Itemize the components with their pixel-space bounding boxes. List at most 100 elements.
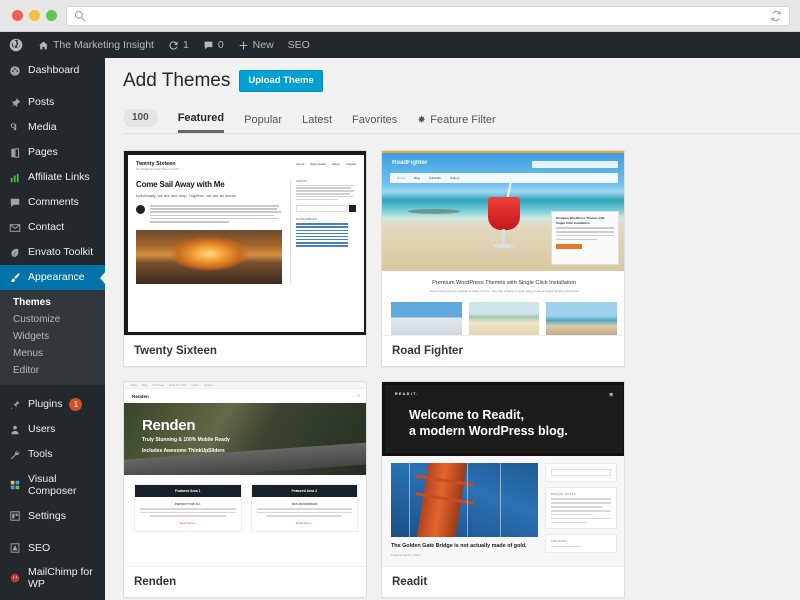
submenu-item-customize[interactable]: Customize	[0, 311, 105, 328]
sidebar-item-mailchimp[interactable]: MailChimp for WP	[0, 560, 105, 596]
filter-tab-featured[interactable]: Featured	[177, 112, 225, 133]
sidebar-item-label: Tools	[28, 448, 53, 461]
chart-bars-icon	[8, 171, 21, 184]
preview-feature-card: Featured Area 2 100% RESPONSIVE Read Mor…	[250, 484, 358, 532]
sidebar-item-affiliate-links[interactable]: Affiliate Links	[0, 165, 105, 190]
road-fighter-preview: RoadFighter Home Blog Fullwidth Gallery	[382, 151, 624, 335]
maximize-window-button[interactable]	[46, 10, 57, 21]
page-header: Add Themes Upload Theme	[123, 70, 800, 92]
preview-hero-image	[136, 230, 282, 285]
updates-menu[interactable]: 1	[161, 32, 196, 58]
feature-filter-button[interactable]: Feature Filter	[417, 114, 496, 132]
sidebar-item-contact[interactable]: Contact	[0, 215, 105, 240]
preview-body-text	[150, 205, 282, 224]
submenu-item-menus[interactable]: Menus	[0, 345, 105, 362]
sidebar-item-label: Media	[28, 121, 57, 134]
minimize-window-button[interactable]	[29, 10, 40, 21]
envelope-icon	[8, 221, 21, 234]
close-window-button[interactable]	[12, 10, 23, 21]
sidebar-item-users[interactable]: Users	[0, 417, 105, 442]
preview-categories-list	[296, 223, 356, 247]
sidebar-item-envato-toolkit[interactable]: Envato Toolkit	[0, 240, 105, 265]
home-icon	[38, 40, 49, 51]
preview-brand: RoadFighter	[392, 160, 428, 166]
admin-frame: Dashboard Posts Media Pages Affiliate Li…	[0, 58, 800, 600]
sidebar-item-bigbangthemes[interactable]: BigBangThemes	[0, 596, 105, 600]
sidebar-item-label: Visual Composer	[28, 473, 77, 498]
preview-categories-heading: CATEGORIES	[296, 218, 317, 222]
theme-card[interactable]: Home Blog Front Page About The Team Leve…	[123, 381, 367, 598]
nav-item: Front Page	[152, 383, 165, 387]
nav-item: Gallery	[449, 176, 460, 180]
sidebar-item-posts[interactable]: Posts	[0, 90, 105, 115]
theme-card[interactable]: RoadFighter Home Blog Fullwidth Gallery	[381, 150, 625, 367]
sidebar-item-tools[interactable]: Tools	[0, 442, 105, 467]
wp-admin-bar: The Marketing Insight 1 0 New SEO	[0, 32, 800, 58]
sidebar-item-label: Appearance	[28, 271, 85, 284]
themes-content-area: Add Themes Upload Theme 100 Featured Pop…	[105, 58, 800, 600]
preview-hero-image: Renden Truly Stunning & 100% Mobile Read…	[124, 403, 366, 475]
appearance-submenu: Themes Customize Widgets Menus Editor	[0, 290, 105, 385]
window-controls[interactable]	[10, 10, 57, 21]
filter-tab-favorites[interactable]: Favorites	[352, 114, 397, 132]
preview-post-meta: Posted on March 3, 2015	[391, 554, 420, 558]
theme-name: Renden	[134, 576, 177, 588]
nav-item: Home	[296, 162, 305, 166]
preview-hero-sub-1: Truly Stunning & 100% Mobile Ready	[142, 437, 230, 443]
mailchimp-icon	[8, 572, 21, 585]
theme-name: Readit	[392, 576, 428, 588]
preview-card-link: Read More +	[179, 520, 196, 525]
site-name-menu[interactable]: The Marketing Insight	[31, 32, 161, 58]
sidebar-item-appearance[interactable]: Appearance	[0, 265, 105, 290]
theme-screenshot[interactable]: Home Blog Front Page About The Team Leve…	[124, 382, 366, 567]
wordpress-logo-icon[interactable]	[0, 32, 31, 58]
nav-item: Fullwidth	[429, 176, 441, 180]
yoast-seo-icon	[8, 541, 21, 554]
nav-item: Blog	[414, 176, 421, 180]
theme-name: Twenty Sixteen	[134, 345, 217, 357]
preview-recent-widget: RECENT POSTS	[545, 487, 617, 530]
preview-hero-sub-2: Includes Awesome ThinkUpSliders	[142, 447, 225, 454]
submenu-item-themes[interactable]: Themes	[0, 294, 105, 311]
sidebar-item-label: SEO	[28, 541, 51, 554]
preview-archives-heading: ARCHIVES	[551, 540, 568, 544]
sidebar-item-media[interactable]: Media	[0, 115, 105, 140]
preview-card-title: Featured Area 2	[251, 485, 357, 497]
preview-subtagline: Just a Click and your website is ready f…	[429, 289, 579, 293]
address-input[interactable]	[92, 10, 764, 21]
sidebar-item-pages[interactable]: Pages	[0, 140, 105, 165]
theme-card[interactable]: READIT. ☰ Welcome to Readit, a modern Wo…	[381, 381, 625, 598]
preview-recent-heading: RECENT POSTS	[551, 493, 576, 496]
preview-brand: Renden	[132, 393, 149, 399]
filter-tab-popular[interactable]: Popular	[244, 114, 282, 132]
filter-tab-latest[interactable]: Latest	[302, 114, 332, 132]
sidebar-item-visual-composer[interactable]: Visual Composer	[0, 467, 105, 503]
seo-menu[interactable]: SEO	[281, 32, 317, 58]
preview-headline-line2: a modern WordPress blog.	[409, 424, 568, 438]
sidebar-item-plugins[interactable]: Plugins 1	[0, 392, 105, 417]
leaf-icon	[8, 246, 21, 259]
theme-screenshot[interactable]: Twenty Sixteen The WordPress Default The…	[124, 151, 366, 336]
address-bar[interactable]	[66, 5, 790, 26]
submenu-item-widgets[interactable]: Widgets	[0, 328, 105, 345]
plug-icon	[8, 398, 21, 411]
new-content-menu[interactable]: New	[231, 32, 281, 58]
pages-icon	[8, 146, 21, 159]
readit-preview: READIT. ☰ Welcome to Readit, a modern Wo…	[382, 382, 624, 566]
sidebar-item-seo[interactable]: SEO	[0, 535, 105, 560]
theme-screenshot[interactable]: RoadFighter Home Blog Fullwidth Gallery	[382, 151, 624, 336]
sidebar-item-settings[interactable]: Settings	[0, 503, 105, 528]
reload-icon[interactable]	[770, 10, 782, 22]
sidebar-item-label: MailChimp for WP	[28, 566, 93, 591]
sidebar-item-dashboard[interactable]: Dashboard	[0, 58, 105, 83]
preview-headline-line1: Welcome to Readit,	[409, 408, 525, 422]
sidebar-item-comments[interactable]: Comments	[0, 190, 105, 215]
preview-archives-widget: ARCHIVES	[545, 534, 617, 554]
theme-screenshot[interactable]: READIT. ☰ Welcome to Readit, a modern Wo…	[382, 382, 624, 567]
sidebar-divider	[0, 83, 105, 90]
comments-menu[interactable]: 0	[196, 32, 231, 58]
preview-feature-card: Featured Area 1 PERFECT FOR ALL Read Mor…	[134, 484, 242, 532]
upload-theme-button[interactable]: Upload Theme	[239, 70, 323, 92]
submenu-item-editor[interactable]: Editor	[0, 362, 105, 379]
theme-card[interactable]: Twenty Sixteen The WordPress Default The…	[123, 150, 367, 367]
